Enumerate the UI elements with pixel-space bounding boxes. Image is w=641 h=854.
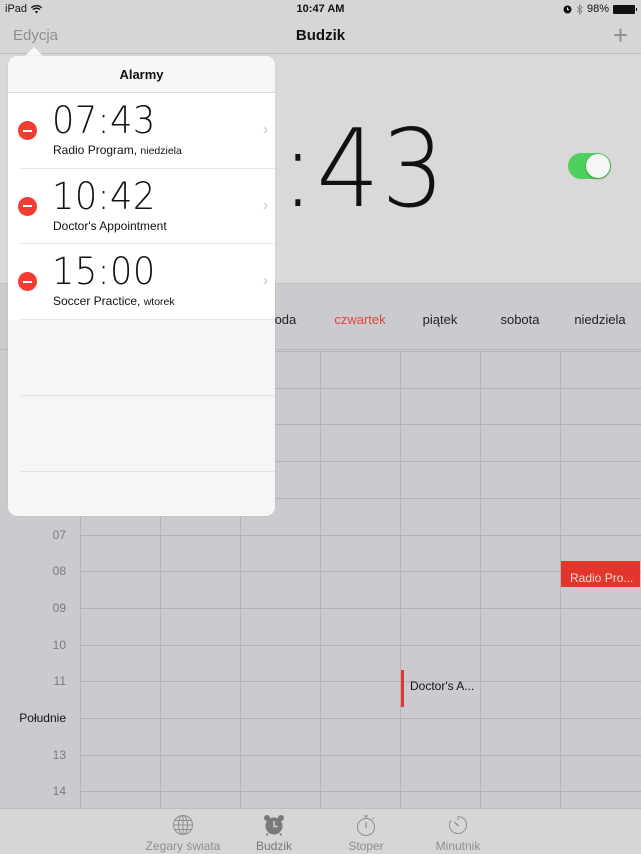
grid-column-line [320,350,321,808]
status-bar: iPad 10:47 AM 98% [0,0,641,18]
grid-hour-line [80,791,641,793]
calendar-event[interactable]: Doctor's A... [401,670,480,707]
tab-label: Stoper [348,839,384,853]
tab-timer[interactable]: Minutnik [413,813,503,853]
alarm-row[interactable]: 07:43 Radio Program, niedziela › [8,93,275,169]
grid-column-line [480,350,481,808]
hour-label: 08 [52,564,66,579]
tab-bar: Zegary świata Budzik Stoper Minutnik [0,808,641,854]
status-time: 10:47 AM [296,3,345,15]
delete-alarm-button[interactable] [18,272,37,291]
alarm-title: Doctor's Appointment [53,218,167,233]
event-title: Doctor's A... [410,679,475,694]
status-right: 98% [563,3,637,15]
alarm-repeat: wtorek [143,296,175,308]
chevron-right-icon: › [263,272,268,289]
popover-title: Alarmy [8,56,275,93]
battery-percent: 98% [586,3,609,15]
hour-label: 10 [52,637,66,652]
grid-hour-line [80,534,641,536]
chevron-right-icon: › [263,121,268,138]
alarm-repeat: niedziela [140,145,182,157]
alarm-row[interactable]: 10:42 Doctor's Appointment › [8,168,275,244]
grid-hour-line [80,754,641,756]
tab-stopwatch[interactable]: Stoper [321,813,411,853]
event-title: Radio Pro... [570,570,634,585]
hour-label: 07 [52,527,66,542]
day-header: piątek [422,312,458,327]
alarm-label: Doctor's Appointment [53,219,167,233]
alarm-row[interactable]: 15:00 Soccer Practice, wtorek › [8,244,275,320]
grid-hour-line [80,644,641,646]
alarm-label: Soccer Practice, wtorek [53,294,175,308]
empty-row [8,396,275,472]
delete-alarm-button[interactable] [18,196,37,216]
alarm-time: 07:43 [52,99,156,142]
delete-alarm-button[interactable] [18,121,37,140]
hour-label: 11 [53,674,66,689]
alarm-clock-icon [563,5,572,13]
grid-hour-line [80,607,641,609]
grid-hour-line [80,571,641,573]
grid-hour-line [80,718,641,719]
tab-world-clock[interactable]: Zegary świata [138,813,228,853]
battery-icon [613,4,637,14]
tab-label: Zegary świata [145,839,221,853]
timer-icon [449,816,467,834]
grid-column-line [400,350,401,808]
alarm-title: Soccer Practice, [53,294,141,308]
hour-label: Południe [19,711,66,725]
day-header: niedziela [574,312,626,327]
alarm-title: Radio Program, [53,143,138,157]
day-header: czwartek [334,312,386,327]
alarm-label: Radio Program, niedziela [53,143,182,157]
grid-hour-line [80,681,641,683]
day-header: sobota [500,312,540,327]
alarms-popover: Alarmy 07:43 Radio Program, niedziela › … [8,56,275,516]
hour-label: 14 [52,784,66,799]
page-title: Budzik [295,27,346,44]
tab-label: Minutnik [435,839,481,853]
alarm-clock-icon [264,815,284,836]
alarm-time: 15:00 [52,250,156,293]
nav-bar: Edycja Budzik + [0,18,641,54]
chevron-right-icon: › [263,196,268,214]
empty-row [8,320,275,396]
globe-icon [173,815,193,835]
calendar-event[interactable]: Radio Pro... [561,560,640,587]
hour-label: 13 [52,747,66,762]
bluetooth-icon [576,3,583,15]
stopwatch-icon [357,815,375,836]
alarm-time: 10:42 [52,174,156,218]
tab-alarm[interactable]: Budzik [229,813,319,853]
tab-label: Budzik [255,839,293,853]
hour-label: 09 [52,600,66,615]
alarm-toggle[interactable] [568,153,611,179]
add-alarm-button[interactable]: + [613,20,628,50]
